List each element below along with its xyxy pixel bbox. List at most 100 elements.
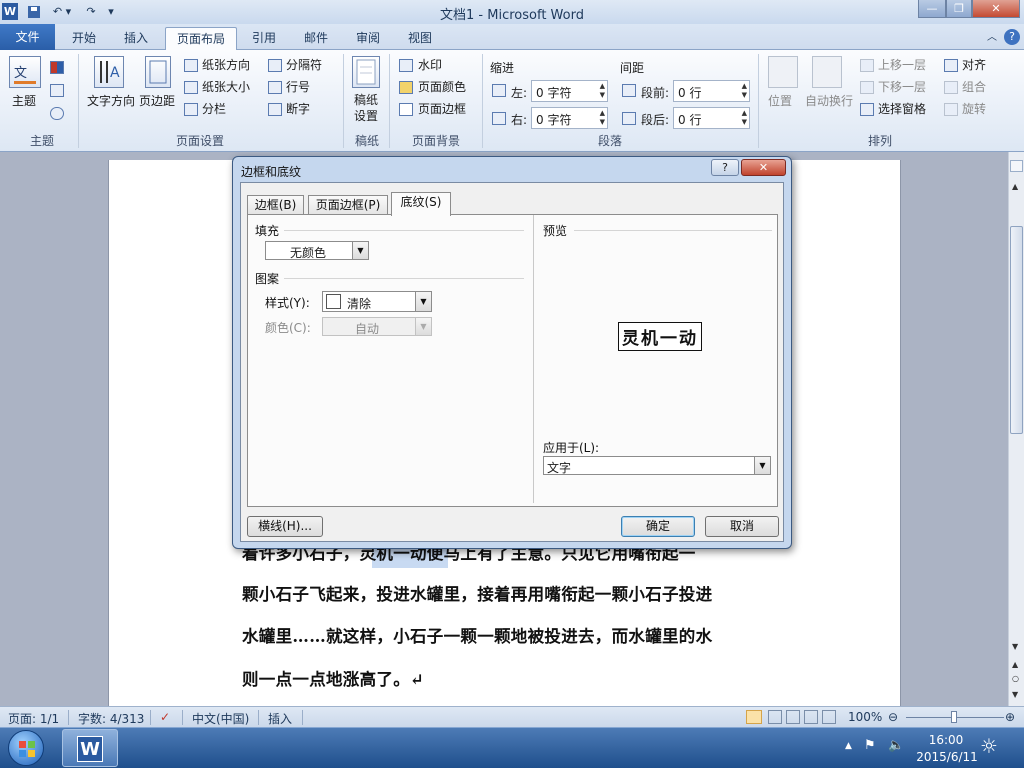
page-count[interactable]: 页面: 1/1 xyxy=(8,710,59,727)
tab-home[interactable]: 开始 xyxy=(62,27,106,50)
proofing-icon[interactable]: ✓ xyxy=(160,710,170,724)
watermark-button[interactable]: 水印 xyxy=(418,56,442,73)
next-page-icon[interactable]: ▼ xyxy=(1012,690,1018,699)
pattern-style-dropdown[interactable]: 清除 ▼ xyxy=(322,291,432,312)
outline-view-icon[interactable] xyxy=(804,710,818,724)
columns-button[interactable]: 分栏 xyxy=(202,100,226,117)
theme-colors-icon[interactable] xyxy=(50,61,64,74)
document-line-3[interactable]: 水罐里……就这样，小石子一颗一颗地被投进去，而水罐里的水 xyxy=(242,623,712,647)
hyphenation-button[interactable]: 断字 xyxy=(286,100,310,117)
insert-mode[interactable]: 插入 xyxy=(268,710,292,727)
document-line-2[interactable]: 颗小石子飞起来，投进水罐里，接着再用嘴衔起一颗小石子投进 xyxy=(242,581,712,605)
bring-forward-button[interactable]: 上移一层 xyxy=(878,56,926,73)
zoom-in-icon[interactable]: ⊕ xyxy=(1005,710,1015,724)
tab-page-layout[interactable]: 页面布局 xyxy=(165,27,237,51)
scroll-up-icon[interactable]: ▲ xyxy=(1012,182,1018,191)
ribbon-separator xyxy=(343,54,344,148)
space-after-spinner[interactable]: 0 行 ▲ ▼ xyxy=(673,107,750,129)
align-button[interactable]: 对齐 xyxy=(962,56,986,73)
weather-icon[interactable]: ☼ xyxy=(980,734,1006,760)
previous-page-icon[interactable]: ▲ xyxy=(1012,660,1018,669)
tab-insert[interactable]: 插入 xyxy=(114,27,158,50)
scrollbar-thumb[interactable] xyxy=(1010,226,1023,434)
apply-to-dropdown[interactable]: 文字 ▼ xyxy=(543,456,771,475)
dialog-help-button[interactable]: ? xyxy=(711,159,739,176)
minimize-button[interactable]: — xyxy=(918,0,946,18)
full-screen-reading-icon[interactable] xyxy=(768,710,782,724)
tab-references[interactable]: 引用 xyxy=(244,27,284,50)
tab-shading[interactable]: 底纹(S) xyxy=(391,192,451,216)
word-count[interactable]: 字数: 4/313 xyxy=(78,710,144,727)
wrap-text-icon[interactable] xyxy=(812,56,842,88)
draft-view-icon[interactable] xyxy=(822,710,836,724)
horizontal-line-button[interactable]: 横线(H)... xyxy=(247,516,323,537)
themes-icon[interactable]: 文 xyxy=(9,56,41,88)
web-layout-icon[interactable] xyxy=(786,710,800,724)
tab-view[interactable]: 视图 xyxy=(400,27,440,50)
start-button[interactable] xyxy=(8,730,44,766)
chevron-down-icon[interactable]: ▼ xyxy=(352,242,368,259)
clock-date[interactable]: 2015/6/11 xyxy=(912,750,982,764)
volume-icon[interactable]: 🔈 xyxy=(888,738,904,753)
text-direction-label[interactable]: 文字方向 xyxy=(87,92,135,109)
language-indicator[interactable]: 中文(中国) xyxy=(192,710,249,727)
pattern-color-dropdown[interactable]: 自动 ▼ xyxy=(322,317,432,336)
theme-fonts-icon[interactable] xyxy=(50,84,64,97)
position-label[interactable]: 位置 xyxy=(768,92,792,109)
text-direction-icon[interactable]: A xyxy=(94,56,124,88)
shading-panel: 填充 无颜色 ▼ 图案 样式(Y): 清除 ▼ 颜色(C): 自动 ▼ 预览 灵… xyxy=(247,214,778,507)
selection-pane-button[interactable]: 选择窗格 xyxy=(878,100,926,117)
theme-effects-icon[interactable] xyxy=(50,107,64,120)
size-button[interactable]: 纸张大小 xyxy=(202,78,250,95)
chevron-down-icon[interactable]: ▼ xyxy=(415,318,431,335)
page-borders-button[interactable]: 页面边框 xyxy=(418,100,466,117)
orientation-button[interactable]: 纸张方向 xyxy=(202,56,250,73)
minimize-ribbon-icon[interactable]: ︿ xyxy=(984,27,1000,50)
tab-mailings[interactable]: 邮件 xyxy=(296,27,336,50)
zoom-out-icon[interactable]: ⊖ xyxy=(888,710,898,724)
action-center-flag-icon[interactable]: ⚑ xyxy=(864,738,880,756)
taskbar-word-button[interactable]: W xyxy=(62,729,118,767)
send-backward-button[interactable]: 下移一层 xyxy=(878,78,926,95)
zoom-slider-thumb[interactable] xyxy=(951,711,957,723)
document-line-4[interactable]: 则一点一点地涨高了。↵ xyxy=(242,666,424,690)
page-borders-icon xyxy=(399,103,413,116)
space-before-icon xyxy=(622,84,636,97)
indent-left-spinner[interactable]: 0 字符 ▲ ▼ xyxy=(531,80,608,102)
restore-button[interactable]: ❐ xyxy=(946,0,972,18)
tab-review[interactable]: 审阅 xyxy=(348,27,388,50)
line-numbers-button[interactable]: 行号 xyxy=(286,78,310,95)
space-before-spinner[interactable]: 0 行 ▲ ▼ xyxy=(673,80,750,102)
tab-page-border[interactable]: 页面边框(P) xyxy=(308,195,388,215)
chevron-down-icon[interactable]: ▼ xyxy=(415,292,431,311)
show-hidden-icons-icon[interactable]: ▲ xyxy=(845,741,852,751)
vertical-scrollbar[interactable]: ▲ ▼ ▲ ○ ▼ xyxy=(1008,152,1024,706)
help-icon[interactable]: ? xyxy=(1004,29,1020,45)
close-button[interactable]: ✕ xyxy=(972,0,1020,18)
margins-icon[interactable] xyxy=(145,56,171,88)
wrap-text-label[interactable]: 自动换行 xyxy=(805,92,853,109)
draft-paper-icon[interactable] xyxy=(352,56,380,88)
indent-right-spinner[interactable]: 0 字符 ▲ ▼ xyxy=(531,107,608,129)
tab-borders[interactable]: 边框(B) xyxy=(247,195,304,215)
page-color-button[interactable]: 页面颜色 xyxy=(418,78,466,95)
scroll-down-icon[interactable]: ▼ xyxy=(1012,642,1018,651)
dialog-close-button[interactable]: ✕ xyxy=(741,159,786,176)
cancel-button[interactable]: 取消 xyxy=(705,516,779,537)
clock-time[interactable]: 16:00 xyxy=(920,733,972,747)
position-icon[interactable] xyxy=(768,56,798,88)
print-layout-view-icon[interactable] xyxy=(746,710,762,724)
draft-paper-label[interactable]: 稿纸 设置 xyxy=(354,92,378,124)
group-button[interactable]: 组合 xyxy=(962,78,986,95)
ok-button[interactable]: 确定 xyxy=(621,516,695,537)
fill-color-dropdown[interactable]: 无颜色 ▼ xyxy=(265,241,369,260)
breaks-button[interactable]: 分隔符 xyxy=(286,56,322,73)
tab-file[interactable]: 文件 xyxy=(0,24,55,50)
browse-object-icon[interactable]: ○ xyxy=(1012,674,1019,683)
chevron-down-icon[interactable]: ▼ xyxy=(754,457,770,474)
ruler-toggle-icon[interactable] xyxy=(1010,160,1023,172)
rotate-button[interactable]: 旋转 xyxy=(962,100,986,117)
zoom-level[interactable]: 100% xyxy=(848,710,882,724)
margins-label[interactable]: 页边距 xyxy=(139,92,175,109)
themes-label[interactable]: 主题 xyxy=(12,92,36,109)
